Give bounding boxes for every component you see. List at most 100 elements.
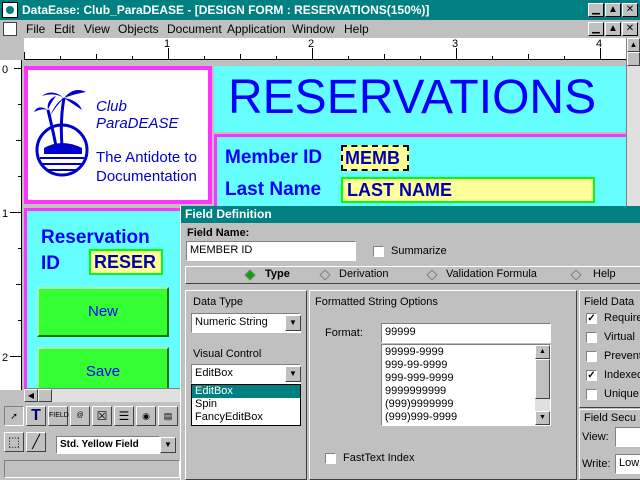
view-select[interactable] [615, 427, 640, 447]
fasttext-checkbox[interactable] [325, 453, 336, 464]
field-definition-dialog: Field Definition Field Name: MEMBER ID S… [180, 206, 640, 480]
doc-close-button[interactable]: ✕ [622, 22, 638, 36]
member-id-field-text: MEMB [345, 148, 400, 168]
last-name-field[interactable]: LAST NAME [341, 177, 595, 203]
style-select[interactable]: Std. Yellow Field [56, 436, 160, 454]
logo-name-line1: Club [96, 98, 127, 115]
prevent-label: Prevent [604, 350, 640, 362]
close-button[interactable]: ✕ [622, 3, 638, 17]
menu-help[interactable]: Help [344, 22, 369, 36]
member-id-field[interactable]: MEMB [341, 145, 409, 171]
save-button[interactable]: Save [37, 347, 169, 388]
vertical-ruler: 0 1 2 [0, 60, 22, 390]
format-option[interactable]: 99999-9999 [385, 346, 457, 359]
indexed-checkbox[interactable]: ✓ [586, 370, 597, 381]
style-dropdown-button[interactable]: ▼ [160, 437, 176, 453]
format-option[interactable]: 999-999-9999 [385, 372, 457, 385]
menu-objects[interactable]: Objects [118, 22, 159, 36]
scroll-up-button[interactable]: ▲ [627, 38, 640, 52]
ruler-mark-0: 0 [2, 64, 9, 76]
tab-type[interactable]: Type [265, 268, 290, 280]
menu-document[interactable]: Document [167, 22, 222, 36]
format-option[interactable]: 9999999999 [385, 385, 457, 398]
reservation-id-field-text: RESER [94, 252, 157, 272]
format-value: 99999 [385, 326, 416, 338]
maximize-button[interactable]: ▲ [605, 3, 621, 17]
title-bar: DataEase: Club_ParaDEASE - [DESIGN FORM … [0, 0, 640, 20]
option-spin-label: Spin [195, 398, 218, 410]
format-option[interactable]: 999-99-9999 [385, 359, 457, 372]
document-icon[interactable] [3, 22, 17, 36]
logo-tagline-line2: Documentation [96, 168, 197, 185]
format-option[interactable]: (999)999-9999 [385, 411, 457, 424]
prevent-checkbox[interactable] [586, 351, 597, 362]
indexed-label: Indexed [604, 369, 640, 381]
scroll-thumb[interactable] [627, 52, 640, 66]
visual-control-value: EditBox [195, 367, 233, 379]
menu-edit[interactable]: Edit [54, 22, 75, 36]
reservation-label-line2: ID [41, 253, 60, 274]
checkbox-tool-icon[interactable]: ☒ [92, 406, 112, 426]
new-button[interactable]: New [37, 287, 169, 337]
menu-file[interactable]: File [26, 22, 45, 36]
style-select-value: Std. Yellow Field [60, 439, 139, 450]
doc-minimize-button[interactable]: ▁ [588, 22, 604, 36]
tab-validation-formula[interactable]: Validation Formula [446, 268, 537, 280]
option-fancyeditbox[interactable]: FancyEditBox [192, 411, 300, 424]
menu-window[interactable]: Window [292, 22, 335, 36]
visual-control-label: Visual Control [193, 348, 262, 360]
line-tool-icon[interactable]: ╱ [26, 432, 46, 452]
field-name-input[interactable]: MEMBER ID [186, 241, 356, 261]
reservation-panel: Reservation ID RESER New Save [24, 208, 184, 388]
format-list-scroll-down[interactable]: ▼ [535, 411, 550, 425]
more-tool-icon[interactable]: ▤ [158, 406, 178, 426]
hscroll-thumb[interactable] [38, 389, 52, 402]
horizontal-ruler: 1 2 3 4 [24, 38, 628, 60]
horizontal-scrollbar[interactable]: ◀ [24, 388, 184, 402]
ruler-mark-2: 2 [308, 38, 315, 50]
data-type-value: Numeric String [195, 316, 268, 328]
text-tool-icon[interactable]: T [26, 406, 46, 426]
summarize-checkbox[interactable] [373, 246, 384, 257]
form-title: RESERVATIONS [228, 71, 597, 124]
format-input[interactable]: 99999 [381, 323, 551, 343]
format-list[interactable]: 99999-9999 999-99-9999 999-999-9999 9999… [381, 344, 551, 426]
last-name-label: Last Name [225, 179, 322, 200]
visual-control-dropdown-button[interactable]: ▼ [285, 366, 301, 382]
doc-restore-button[interactable]: ▲ [605, 22, 621, 36]
visual-control-dropdown-list: EditBox Spin FancyEditBox [191, 384, 301, 426]
listbox-tool-icon[interactable]: ☰ [114, 406, 134, 426]
app-icon[interactable] [2, 2, 18, 18]
radio-tool-icon[interactable]: ◉ [136, 406, 156, 426]
format-list-scroll-thumb[interactable] [535, 359, 550, 399]
status-bar [4, 460, 180, 478]
formatted-string-label: Formatted String Options [315, 296, 438, 308]
format-list-scroll-up[interactable]: ▲ [535, 345, 550, 359]
format-option[interactable]: (999)9999999 [385, 398, 457, 411]
option-spin[interactable]: Spin [192, 398, 300, 411]
tab-derivation[interactable]: Derivation [339, 268, 389, 280]
format-label: Format: [325, 327, 363, 339]
data-type-dropdown-button[interactable]: ▼ [285, 315, 301, 331]
scroll-left-button[interactable]: ◀ [24, 389, 38, 402]
field-tool-icon[interactable]: FIELD [48, 406, 69, 426]
ruler-mark-v2: 2 [2, 352, 9, 364]
tab-help[interactable]: Help [593, 268, 616, 280]
format-list-scrollbar[interactable]: ▲ ▼ [535, 345, 550, 425]
pointer-tool-icon[interactable]: ➚ [4, 406, 24, 426]
required-checkbox[interactable]: ✓ [586, 313, 597, 324]
calc-field-tool-icon[interactable]: @ [70, 406, 90, 426]
unique-checkbox[interactable] [586, 389, 597, 400]
reservation-id-field[interactable]: RESER [89, 249, 163, 275]
menu-application[interactable]: Application [227, 22, 286, 36]
option-editbox[interactable]: EditBox [192, 385, 300, 398]
member-id-label: Member ID [225, 147, 323, 168]
ruler-mark-1: 1 [164, 38, 171, 50]
virtual-checkbox[interactable] [586, 332, 597, 343]
required-label: Required [604, 312, 640, 324]
box-tool-icon[interactable]: ⬚ [4, 432, 24, 452]
write-select[interactable]: Low [615, 454, 640, 474]
menu-view[interactable]: View [84, 22, 110, 36]
design-toolbar: ➚ T FIELD @ ☒ ☰ ◉ ▤ ⬚ ╱ Std. Yellow Fiel… [0, 402, 184, 480]
minimize-button[interactable]: ▁ [588, 3, 604, 17]
